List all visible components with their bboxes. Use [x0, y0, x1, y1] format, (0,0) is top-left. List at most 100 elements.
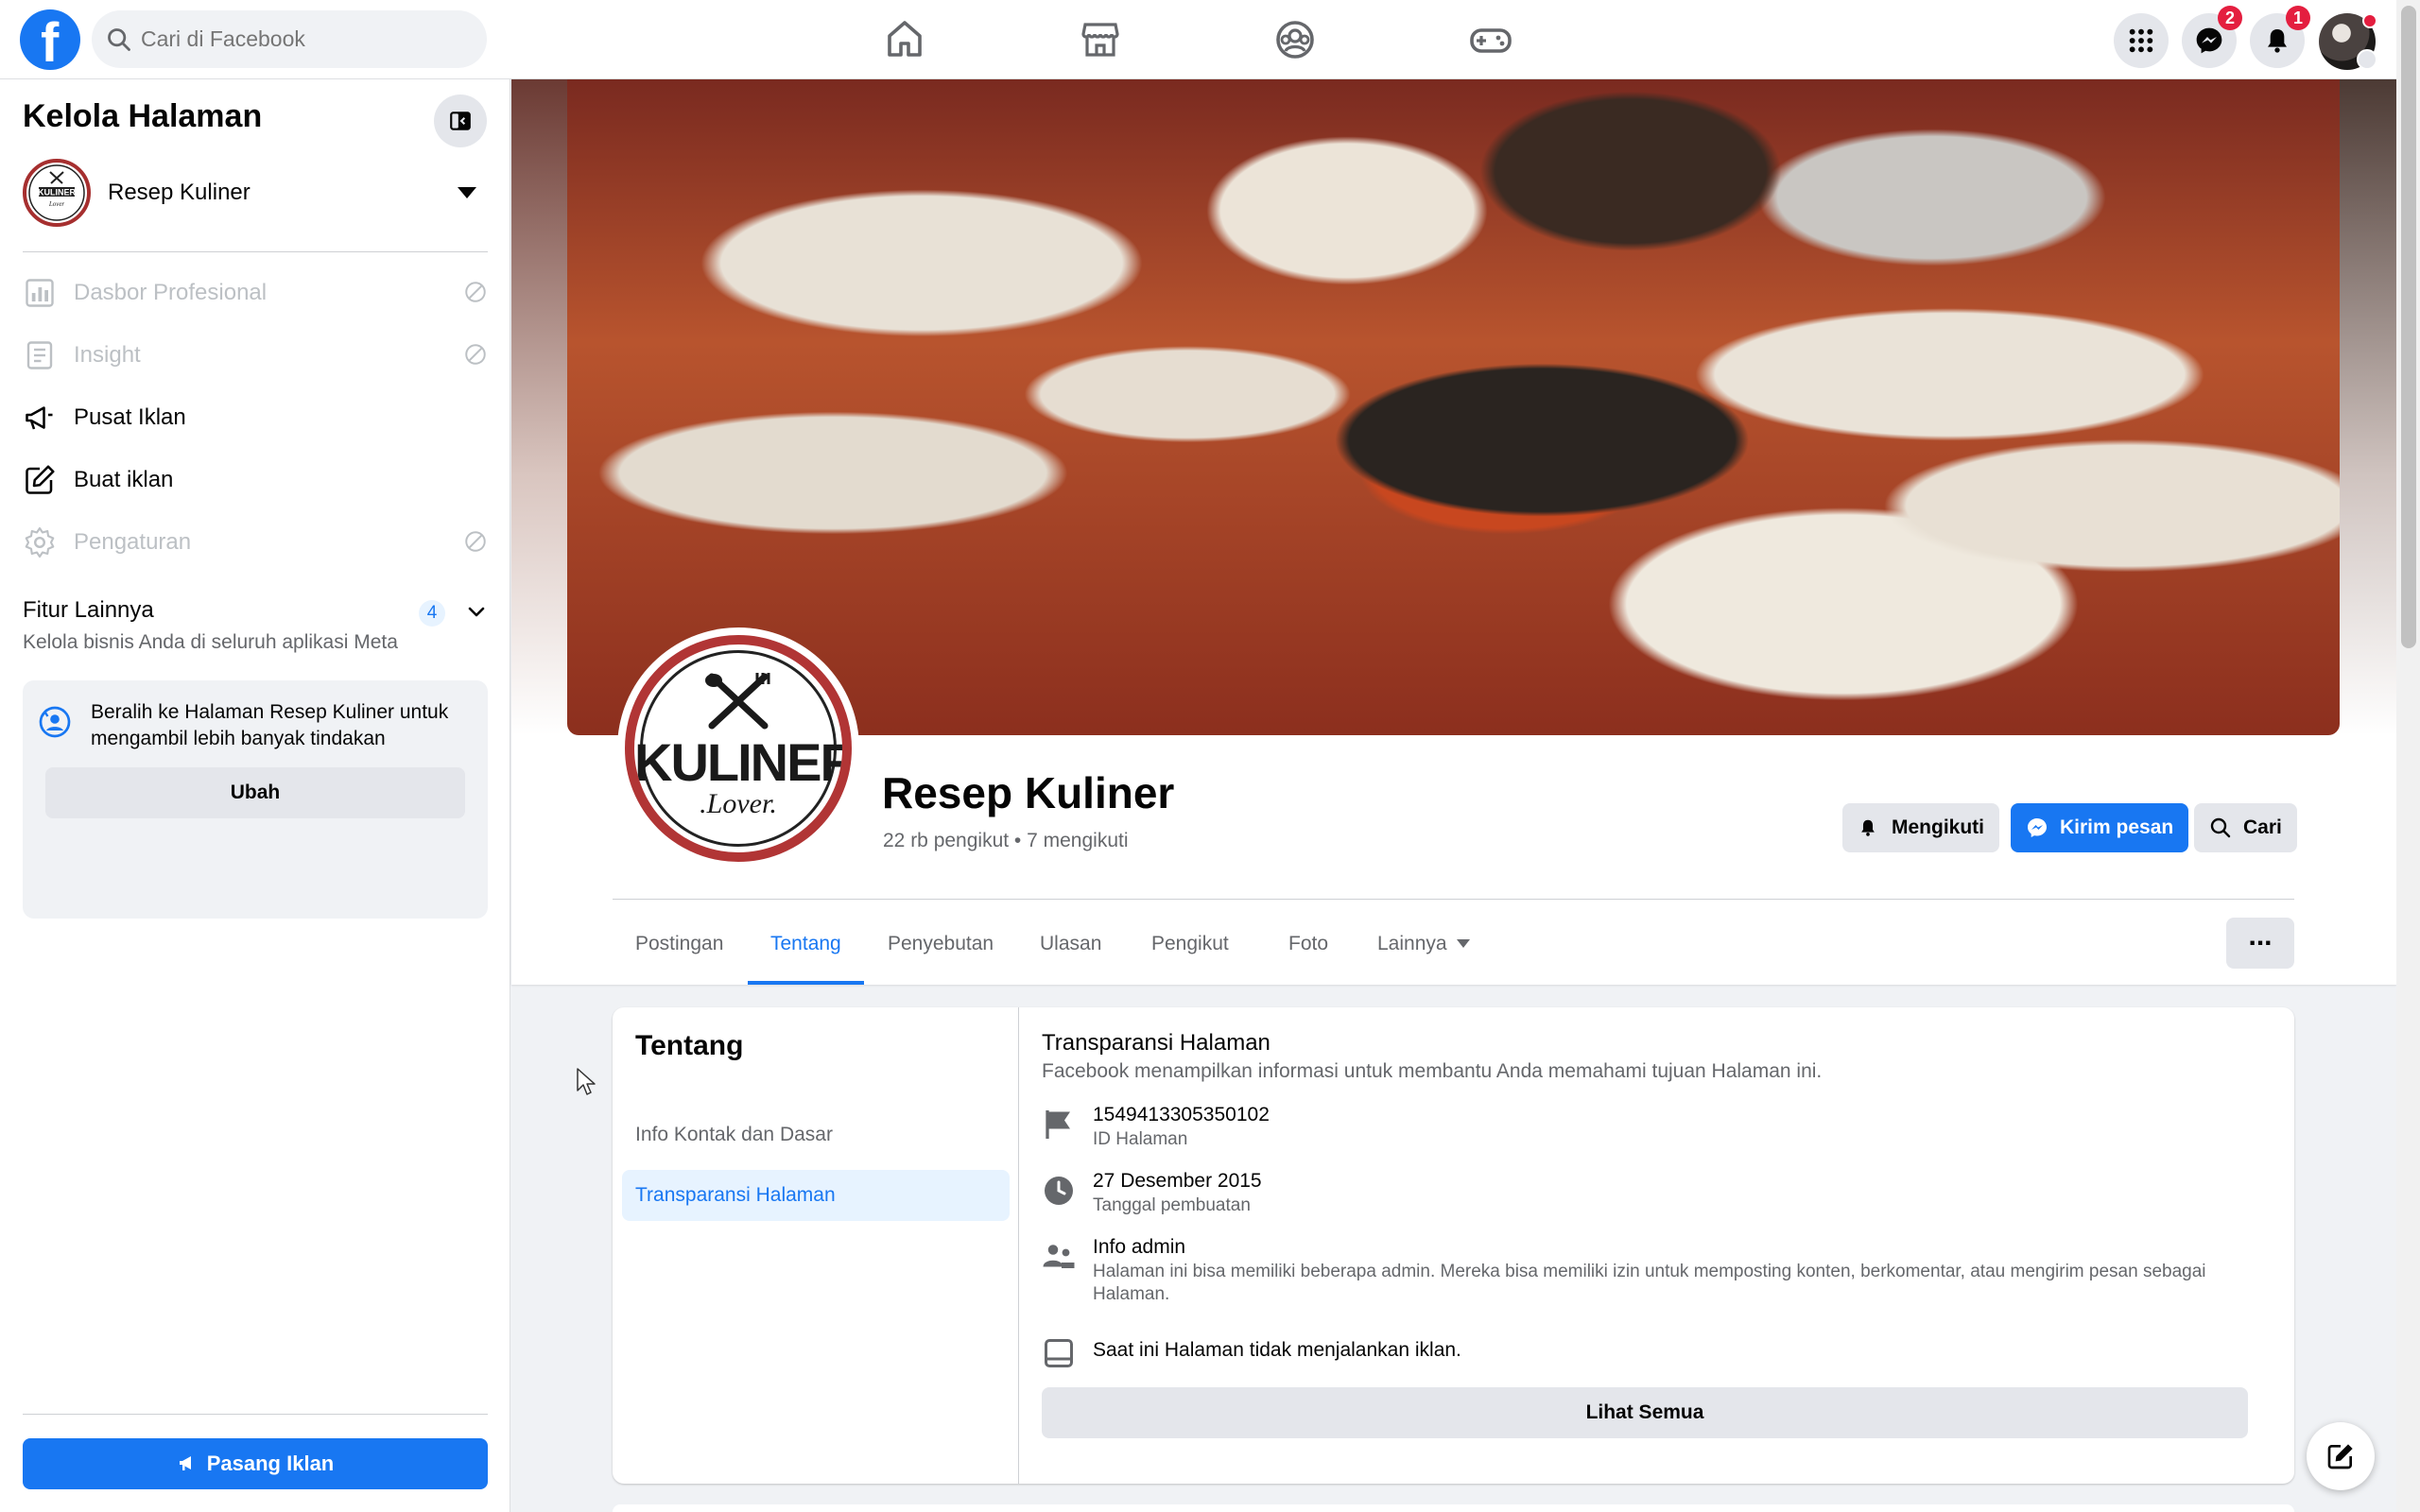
more-features-subtitle: Kelola bisnis Anda di seluruh aplikasi M… — [23, 631, 398, 653]
messenger-badge: 2 — [2218, 6, 2242, 30]
switch-button[interactable]: Ubah — [45, 767, 465, 818]
notifications-button[interactable]: 1 — [2250, 6, 2310, 68]
search-box[interactable] — [92, 10, 487, 68]
new-message-button[interactable] — [2307, 1422, 2375, 1490]
collapse-sidebar-button[interactable] — [434, 94, 487, 147]
ads-status-text: Saat ini Halaman tidak menjalankan iklan… — [1093, 1339, 1461, 1361]
admin-info-description: Halaman ini bisa memiliki beberapa admin… — [1093, 1262, 2206, 1304]
blocked-icon — [465, 531, 486, 552]
sidebar-item-buat-iklan[interactable]: Buat iklan — [23, 452, 488, 507]
tab-tentang[interactable]: Tentang — [748, 902, 864, 985]
divider — [23, 251, 488, 252]
see-all-button[interactable]: Lihat Semua — [1042, 1387, 2248, 1438]
about-link-contact-info[interactable]: Info Kontak dan Dasar — [622, 1109, 1010, 1160]
page-transparency-section: Transparansi Halaman Facebook menampilka… — [1042, 1007, 2271, 1484]
more-options-button[interactable]: ... — [2226, 918, 2294, 969]
cover-backdrop-right — [2340, 79, 2396, 735]
creation-date-value: 27 Desember 2015 — [1093, 1170, 1262, 1192]
more-features-count-badge: 4 — [419, 600, 445, 627]
messenger-icon — [2196, 27, 2222, 54]
send-message-button-label: Kirim pesan — [2060, 816, 2174, 838]
menu-button[interactable] — [2114, 13, 2169, 68]
page-avatar: KULINER Lover — [23, 159, 91, 227]
manage-page-sidebar: Kelola Halaman KULINER Lover Resep Kulin… — [0, 79, 510, 1512]
messenger-icon — [2028, 818, 2047, 837]
svg-text:Lover: Lover — [48, 200, 65, 208]
caret-down-icon — [458, 187, 476, 198]
page-search-button[interactable]: Cari — [2194, 803, 2297, 852]
section-subtitle: Facebook menampilkan informasi untuk mem… — [1042, 1060, 1823, 1082]
section-title: Transparansi Halaman — [1042, 1030, 1270, 1056]
blocked-icon — [465, 282, 486, 302]
tab-foto[interactable]: Foto — [1266, 902, 1351, 985]
divider — [23, 1414, 488, 1415]
admin-info-title: Info admin — [1093, 1236, 1186, 1258]
chevron-down-icon[interactable] — [465, 601, 488, 624]
tab-ulasan[interactable]: Ulasan — [1017, 902, 1124, 985]
next-card-edge — [613, 1504, 2294, 1512]
notifications-badge: 1 — [2286, 6, 2310, 30]
about-navigation: Tentang Info Kontak dan Dasar Transparan… — [613, 1007, 1019, 1484]
tab-label: Postingan — [635, 933, 724, 954]
following-button-label: Mengikuti — [1892, 816, 1984, 838]
search-input[interactable] — [141, 10, 472, 68]
compose-icon — [2327, 1444, 2353, 1469]
about-link-page-transparency[interactable]: Transparansi Halaman — [622, 1170, 1010, 1221]
admin-people-icon — [1043, 1245, 1075, 1268]
page-title: Resep Kuliner — [882, 768, 1175, 817]
tab-pengikut[interactable]: Pengikut — [1129, 902, 1252, 985]
mouse-cursor-icon — [577, 1068, 596, 1095]
bell-icon — [2268, 29, 2287, 53]
sidebar-item-label: Dasbor Profesional — [74, 280, 268, 305]
search-icon — [2210, 817, 2231, 838]
creation-date-label: Tanggal pembuatan — [1093, 1195, 1251, 1215]
send-message-button[interactable]: Kirim pesan — [2011, 803, 2189, 852]
tab-penyebutan[interactable]: Penyebutan — [865, 902, 1016, 985]
sidebar-item-label: Pengaturan — [74, 529, 192, 555]
about-card: Tentang Info Kontak dan Dasar Transparan… — [613, 1007, 2294, 1484]
scrollbar-thumb[interactable] — [2401, 6, 2416, 648]
switch-profile-icon — [39, 706, 71, 738]
divider — [613, 899, 2294, 900]
caret-down-icon — [1456, 939, 1470, 948]
switch-profile-card: Beralih ke Halaman Resep Kuliner untuk m… — [23, 680, 488, 919]
following-button[interactable]: Mengikuti — [1842, 803, 1999, 852]
sidebar-item-label: Pusat Iklan — [74, 404, 186, 430]
gaming-icon[interactable] — [1468, 17, 1513, 62]
kuliner-logo-small-icon: KULINER Lover — [28, 164, 85, 221]
logo-title: KULINER — [634, 732, 852, 792]
insight-icon — [26, 341, 53, 369]
bell-icon — [1861, 819, 1875, 836]
page-selector-name: Resep Kuliner — [108, 180, 251, 205]
cover-backdrop-left — [511, 79, 567, 735]
top-navigation-bar: f 2 1 — [0, 0, 2396, 79]
groups-icon[interactable] — [1272, 17, 1318, 62]
home-icon[interactable] — [882, 17, 927, 62]
marketplace-icon[interactable] — [1078, 17, 1123, 62]
flag-icon — [1046, 1110, 1070, 1139]
switch-profile-text: Beralih ke Halaman Resep Kuliner untuk m… — [91, 701, 449, 749]
page-follower-stats[interactable]: 22 rb pengikut • 7 mengikuti — [883, 830, 1129, 852]
sidebar-item-pengaturan: Pengaturan — [23, 514, 488, 569]
sidebar-item-pusat-iklan[interactable]: Pusat Iklan — [23, 389, 488, 444]
sidebar-item-insight: Insight — [23, 327, 488, 382]
promote-button[interactable]: Pasang Iklan — [23, 1438, 488, 1489]
account-chevron-down-icon[interactable] — [2357, 49, 2377, 70]
tab-postingan[interactable]: Postingan — [613, 902, 746, 985]
page-profile-picture[interactable]: KULINER .Lover. — [617, 627, 859, 869]
cover-photo[interactable] — [567, 79, 2340, 735]
grid-menu-icon — [2129, 28, 2153, 53]
page-selector[interactable]: KULINER Lover Resep Kuliner — [23, 159, 488, 231]
facebook-logo-icon[interactable]: f — [20, 9, 80, 74]
page-search-button-label: Cari — [2243, 816, 2282, 838]
gear-icon — [25, 526, 55, 558]
sidebar-toggle-icon — [450, 112, 471, 130]
tab-lainnya[interactable]: Lainnya — [1355, 902, 1493, 985]
sidebar-item-dasbor-profesional: Dasbor Profesional — [23, 265, 488, 319]
search-icon — [108, 28, 130, 51]
more-features-title[interactable]: Fitur Lainnya — [23, 597, 154, 624]
sidebar-item-label: Insight — [74, 342, 141, 368]
tab-label: Penyebutan — [888, 933, 994, 954]
messenger-button[interactable]: 2 — [2182, 6, 2242, 68]
logo-subtitle: .Lover. — [700, 788, 777, 819]
